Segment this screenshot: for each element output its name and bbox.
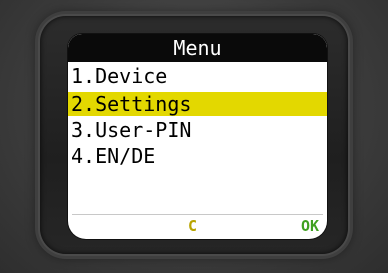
menu-item-device[interactable]: 1.Device [68,64,327,88]
menu-item-language[interactable]: 4.EN/DE [68,144,327,168]
title-bar: Menu [68,34,327,62]
screen-title: Menu [173,36,222,60]
softkey-divider [72,214,323,215]
menu-item-user-pin[interactable]: 3.User-PIN [68,118,327,142]
cancel-softkey[interactable]: C [188,217,197,235]
device-housing: Menu 1.Device 2.Settings 3.User-PIN 4.EN… [0,0,388,273]
ok-softkey[interactable]: OK [301,217,319,235]
display-screen: Menu 1.Device 2.Settings 3.User-PIN 4.EN… [68,34,327,239]
menu-item-settings[interactable]: 2.Settings [68,92,327,116]
